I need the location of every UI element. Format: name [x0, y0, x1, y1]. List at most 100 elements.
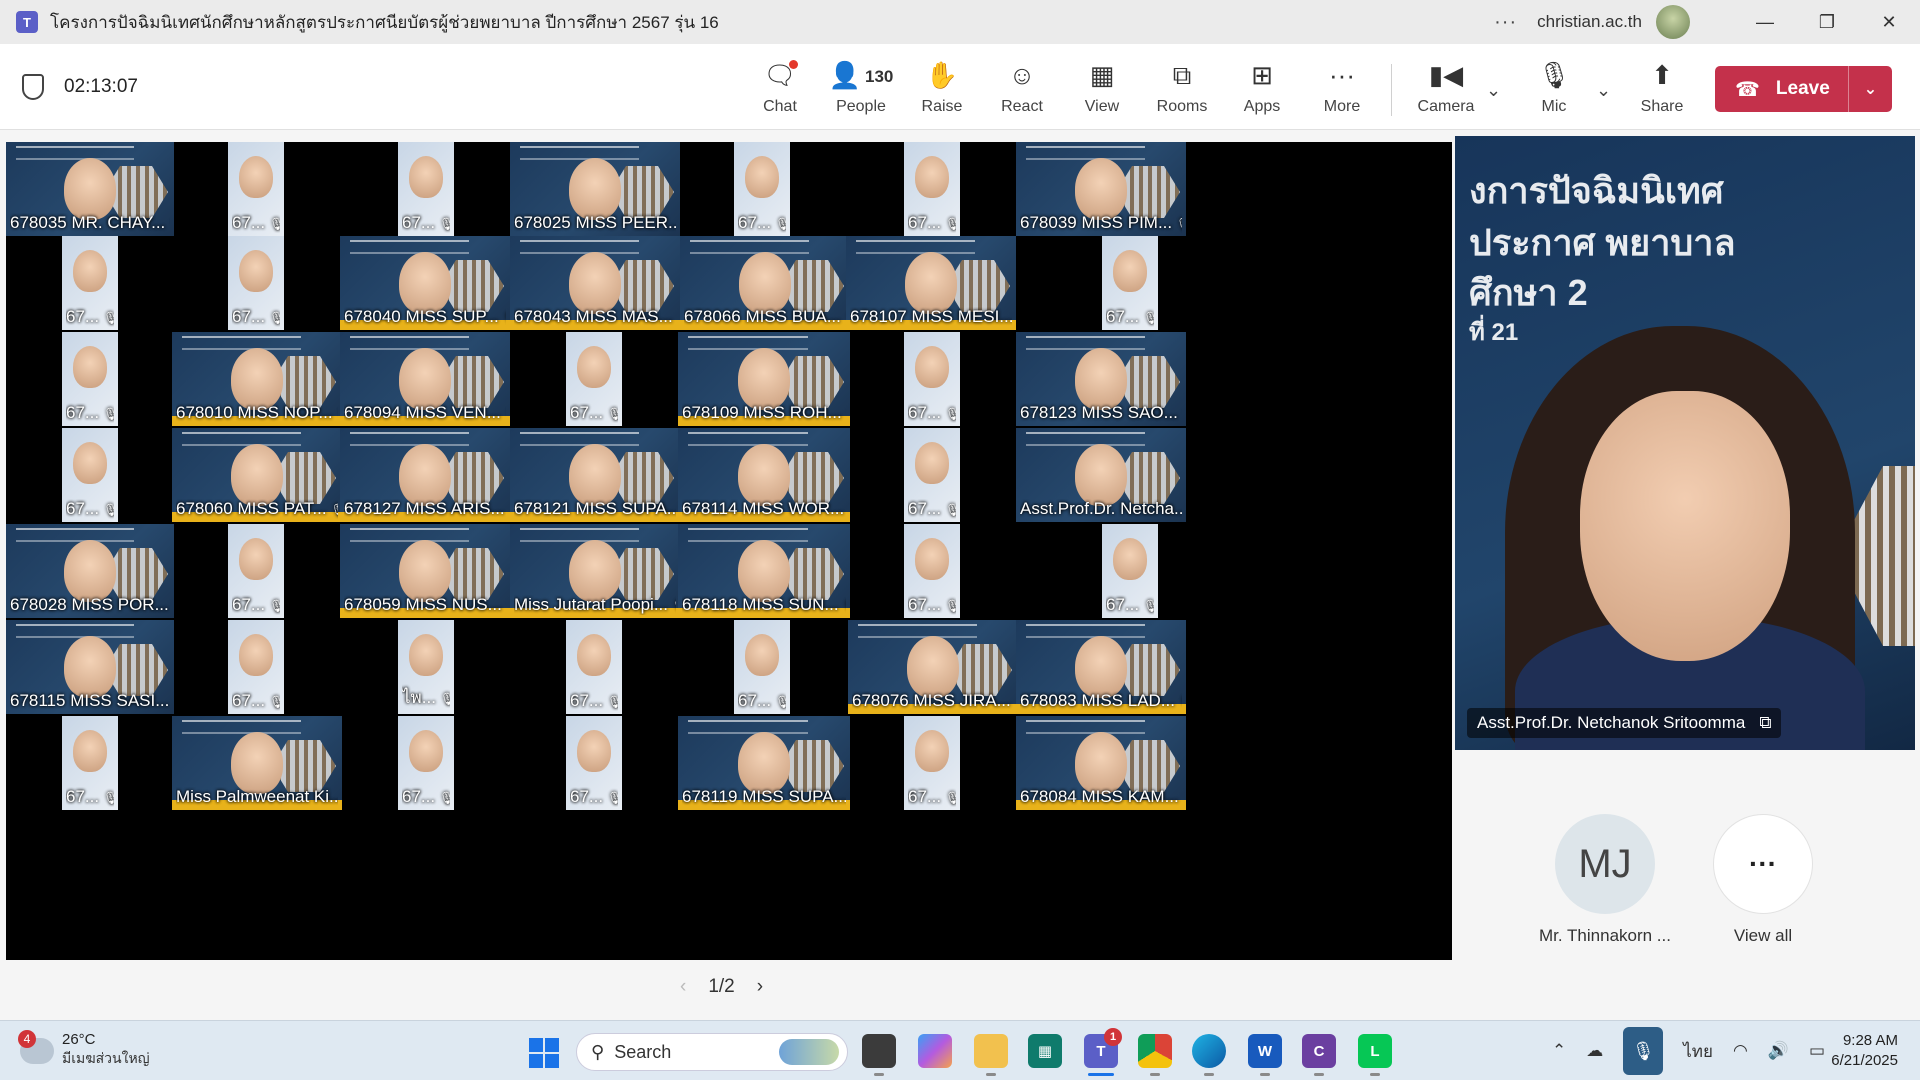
participant-tile[interactable]: 67... 🎙: [904, 332, 960, 426]
participant-tile[interactable]: Miss Jutarat Poopi...🎙: [510, 524, 680, 618]
more-button[interactable]: ··· More: [1306, 58, 1378, 116]
onenote-icon[interactable]: C: [1302, 1034, 1336, 1076]
participant-tile[interactable]: 67... 🎙: [1102, 236, 1158, 330]
participant-tile[interactable]: 678066 MISS BUA...🎙: [680, 236, 850, 330]
participant-tile[interactable]: 67... 🎙: [734, 142, 790, 236]
participant-tile[interactable]: 67... 🎙: [566, 332, 622, 426]
account-name[interactable]: christian.ac.th: [1537, 12, 1642, 32]
previous-page-icon[interactable]: ‹: [680, 976, 686, 998]
word-icon[interactable]: W: [1248, 1034, 1282, 1076]
raise-hand-button[interactable]: ✋ Raise: [906, 58, 978, 116]
participant-tile[interactable]: 67... 🎙: [904, 428, 960, 522]
participant-tile[interactable]: 67... 🎙: [228, 524, 284, 618]
participant-tile[interactable]: 67... 🎙: [398, 716, 454, 810]
people-button[interactable]: 👤 130 People: [824, 58, 898, 116]
participant-tile[interactable]: 678084 MISS KAM...🎙: [1016, 716, 1186, 810]
participant-tile[interactable]: 67... 🎙: [62, 428, 118, 522]
participant-tile[interactable]: 67... 🎙: [62, 332, 118, 426]
copilot-icon[interactable]: [918, 1034, 952, 1068]
share-button[interactable]: ⬆ Share: [1626, 58, 1698, 116]
cloud-sync-icon[interactable]: ☁: [1586, 1041, 1603, 1061]
chat-button[interactable]: 🗨 Chat: [744, 58, 816, 116]
participant-tile[interactable]: 678035 MR. CHAY...🎙: [6, 142, 174, 236]
participant-tile[interactable]: 678083 MISS LAD... 🎙: [1016, 620, 1186, 714]
participant-tile[interactable]: 678059 MISS NUS...🎙: [340, 524, 510, 618]
chevron-up-icon[interactable]: ⌃: [1552, 1041, 1566, 1061]
participant-tile[interactable]: 67... 🎙: [904, 524, 960, 618]
participant-tile[interactable]: 678010 MISS NOP... 🎙: [172, 332, 342, 426]
apps-button[interactable]: ⊞ Apps: [1226, 58, 1298, 116]
participant-tile[interactable]: 67... 🎙: [62, 716, 118, 810]
language-indicator[interactable]: ไทย: [1683, 1038, 1713, 1065]
line-icon[interactable]: L: [1358, 1034, 1392, 1076]
participant-tile[interactable]: 678123 MISS SAO...🎙: [1016, 332, 1186, 426]
leave-button[interactable]: ☎ Leave ⌄: [1715, 66, 1892, 112]
store-icon[interactable]: ▦: [1028, 1034, 1062, 1068]
participant-tile[interactable]: 678040 MISS SUP... 🎙: [340, 236, 510, 330]
participant-tile[interactable]: 678118 MISS SUN... 🎙: [678, 524, 850, 618]
volume-icon[interactable]: 🔊: [1768, 1041, 1789, 1061]
participant-tile[interactable]: 678060 MISS PAT... 🎙: [172, 428, 342, 522]
participant-tile[interactable]: 67... 🎙: [398, 142, 454, 236]
mic-in-use-icon[interactable]: 🎙: [1623, 1027, 1664, 1075]
react-button[interactable]: ☺ React: [986, 58, 1058, 116]
close-window-button[interactable]: ✕: [1858, 12, 1920, 33]
leave-options-chevron-icon[interactable]: ⌄: [1848, 66, 1892, 112]
participant-tile[interactable]: 678121 MISS SUPA...🎙: [510, 428, 680, 522]
rooms-button[interactable]: ⧉ Rooms: [1146, 58, 1218, 116]
edge-icon[interactable]: [1192, 1034, 1226, 1076]
file-explorer-icon[interactable]: [974, 1034, 1008, 1076]
task-view-icon[interactable]: [862, 1034, 896, 1076]
participant-tile[interactable]: 678109 MISS ROH...🎙: [678, 332, 850, 426]
participant-tile[interactable]: 678028 MISS POR...🎙: [6, 524, 174, 618]
clock[interactable]: 9:28 AM 6/21/2025: [1831, 1031, 1898, 1071]
participant-tile[interactable]: Miss Palmweenat Ki...🎙: [172, 716, 342, 810]
muted-mic-icon: 🎙: [439, 791, 450, 805]
mic-options-chevron-icon[interactable]: ⌄: [1596, 80, 1611, 101]
participant-tile[interactable]: 67... 🎙: [62, 236, 118, 330]
participant-tile[interactable]: 678094 MISS VEN... 🎙: [340, 332, 510, 426]
participant-tile[interactable]: 678115 MISS SASI...🎙: [6, 620, 174, 714]
camera-options-chevron-icon[interactable]: ⌄: [1486, 80, 1501, 101]
user-avatar[interactable]: [1656, 5, 1690, 39]
participant-tile[interactable]: 67... 🎙: [904, 142, 960, 236]
participant-tile[interactable]: 67... 🎙: [1102, 524, 1158, 618]
next-page-icon[interactable]: ›: [757, 976, 763, 998]
background-banner: [520, 146, 639, 160]
participant-tile[interactable]: 678025 MISS PEER...🎙: [510, 142, 680, 236]
restore-button[interactable]: ❐: [1796, 12, 1858, 33]
participant-tile[interactable]: 678107 MISS MESI...🎙: [846, 236, 1016, 330]
mic-button[interactable]: 🎙 Mic: [1518, 58, 1590, 116]
participant-tile[interactable]: 678043 MISS MAS...🎙: [510, 236, 680, 330]
participant-tile[interactable]: 67... 🎙: [566, 620, 622, 714]
participant-tile[interactable]: 678119 MISS SUPA...🎙: [678, 716, 850, 810]
participant-tile[interactable]: 67... 🎙: [566, 716, 622, 810]
more-options-button[interactable]: ···: [1494, 11, 1517, 34]
wifi-icon[interactable]: ◠: [1733, 1041, 1748, 1061]
spotlight-video[interactable]: งการปัจฉิมนิเทศ ประกาศ พยาบาล ศึกษา 2 ที…: [1455, 136, 1915, 750]
teams-taskbar-icon[interactable]: T1: [1084, 1028, 1122, 1076]
muted-mic-icon: 🎙: [945, 407, 956, 421]
start-button[interactable]: [529, 1038, 559, 1068]
battery-icon[interactable]: ▭: [1809, 1041, 1825, 1061]
weather-widget[interactable]: 4 26°C มีเมฆส่วนใหญ่: [18, 1029, 150, 1070]
chrome-icon[interactable]: [1138, 1034, 1172, 1076]
participant-tile[interactable]: Asst.Prof.Dr. Netcha...🎙: [1016, 428, 1186, 522]
participant-tile[interactable]: 678114 MISS WOR...🎙: [678, 428, 850, 522]
participant-face: [569, 626, 622, 676]
participant-tile[interactable]: 678039 MISS PIM...🎙: [1016, 142, 1186, 236]
view-button[interactable]: ▦ View: [1066, 58, 1138, 116]
participant-tile[interactable]: ไพ... 🎙: [398, 620, 454, 714]
participant-tile[interactable]: 678127 MISS ARIS...🎙: [340, 428, 510, 522]
participant-tile[interactable]: 67... 🎙: [228, 620, 284, 714]
participant-tile[interactable]: 67... 🎙: [734, 620, 790, 714]
view-all-button[interactable]: ···: [1713, 814, 1813, 914]
participant-tile[interactable]: 67... 🎙: [228, 236, 284, 330]
participant-tile[interactable]: 67... 🎙: [228, 142, 284, 236]
camera-button[interactable]: ▮◀ Camera: [1408, 58, 1484, 116]
participant-tile[interactable]: 678076 MISS JIRA...🎙: [848, 620, 1018, 714]
minimize-button[interactable]: —: [1734, 12, 1796, 33]
participant-avatar[interactable]: MJ: [1555, 814, 1655, 914]
taskbar-search[interactable]: ⚲ Search: [576, 1033, 848, 1071]
participant-tile[interactable]: 67... 🎙: [904, 716, 960, 810]
